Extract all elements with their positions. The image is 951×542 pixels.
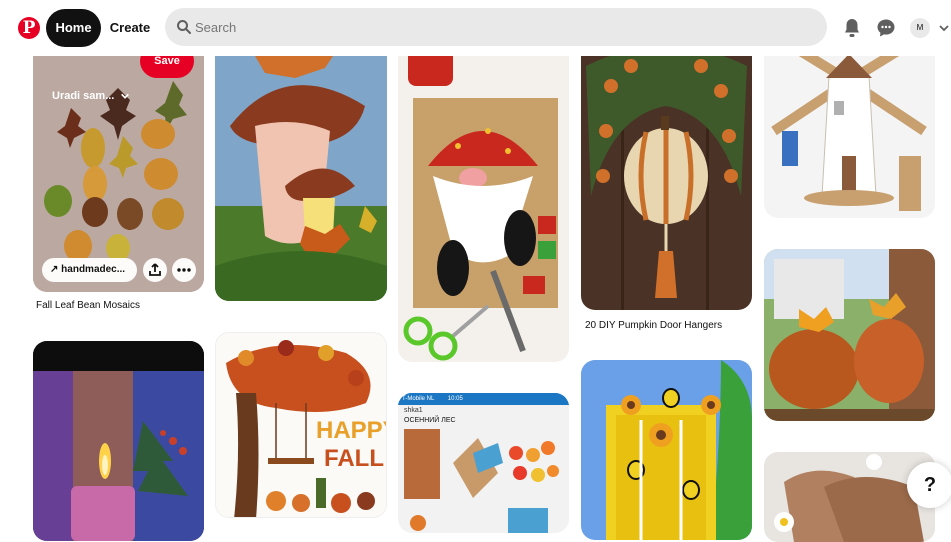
top-nav-bar: P Home Create M bbox=[0, 0, 951, 56]
pin-bean-mosaics[interactable]: Uradi sam... Save ↗ handmadec... bbox=[33, 36, 204, 292]
share-icon bbox=[149, 263, 161, 276]
carrier-label: T-Mobile NL bbox=[402, 396, 435, 402]
pin-pumpkin-door-hanger[interactable] bbox=[581, 36, 752, 310]
more-dots-icon bbox=[177, 268, 191, 272]
search-icon bbox=[177, 20, 191, 34]
time-label: 10:05 bbox=[447, 396, 463, 402]
pin-image bbox=[764, 36, 935, 218]
pin-title[interactable]: 20 DIY Pumpkin Door Hangers bbox=[585, 320, 722, 331]
search-bar[interactable] bbox=[165, 8, 827, 46]
chevron-down-icon bbox=[121, 93, 130, 99]
more-options-button[interactable] bbox=[172, 258, 196, 282]
messages-chat-icon[interactable] bbox=[874, 16, 898, 40]
pin-image bbox=[764, 249, 935, 421]
pin-flower-craft[interactable] bbox=[764, 452, 935, 542]
board-selector[interactable]: Uradi sam... bbox=[52, 90, 130, 102]
notifications-bell-icon[interactable] bbox=[840, 16, 864, 40]
pin-image bbox=[398, 36, 569, 362]
pin-image bbox=[33, 341, 204, 541]
fall-text: FALL bbox=[324, 445, 384, 472]
home-tab[interactable]: Home bbox=[46, 9, 101, 47]
phone-caption: ОСЕННИЙ ЛЕС bbox=[404, 417, 456, 424]
pin-image bbox=[398, 393, 569, 533]
create-tab[interactable]: Create bbox=[106, 9, 154, 47]
pin-phone-screenshot[interactable]: T-Mobile NL 10:05 shka1 ОСЕННИЙ ЛЕС bbox=[398, 393, 569, 533]
pin-image bbox=[581, 360, 752, 540]
user-avatar[interactable]: M bbox=[910, 18, 930, 38]
pin-image bbox=[764, 452, 935, 542]
pin-windmill-craft[interactable] bbox=[764, 36, 935, 218]
pinterest-logo[interactable]: P bbox=[18, 17, 40, 39]
help-button[interactable]: ? bbox=[907, 462, 951, 508]
pin-happy-fall[interactable]: HAPPY FALL bbox=[215, 332, 387, 518]
chevron-down-icon[interactable] bbox=[938, 22, 950, 34]
phone-username: shka1 bbox=[404, 407, 423, 414]
pin-title[interactable]: Fall Leaf Bean Mosaics bbox=[36, 300, 140, 311]
pin-gnome-craft[interactable] bbox=[398, 36, 569, 362]
pin-mushroom-painting[interactable] bbox=[215, 36, 387, 301]
board-label: Uradi sam... bbox=[52, 90, 115, 102]
pin-image bbox=[581, 36, 752, 310]
pin-image: HAPPY FALL bbox=[216, 333, 387, 517]
pin-candle-painting[interactable] bbox=[33, 341, 204, 541]
pin-bee-craft[interactable] bbox=[581, 360, 752, 540]
arrow-up-right-icon: ↗ bbox=[50, 264, 62, 275]
phone-status-bar: T-Mobile NL 10:05 bbox=[398, 393, 569, 405]
pin-source-label: handmadec... bbox=[61, 264, 126, 275]
search-input[interactable] bbox=[195, 8, 815, 46]
pin-image bbox=[215, 36, 387, 301]
happy-text: HAPPY bbox=[316, 417, 387, 444]
share-button[interactable] bbox=[143, 258, 167, 282]
pin-source-link[interactable]: ↗ handmadec... bbox=[42, 258, 137, 282]
pin-wooden-pumpkins[interactable] bbox=[764, 249, 935, 421]
